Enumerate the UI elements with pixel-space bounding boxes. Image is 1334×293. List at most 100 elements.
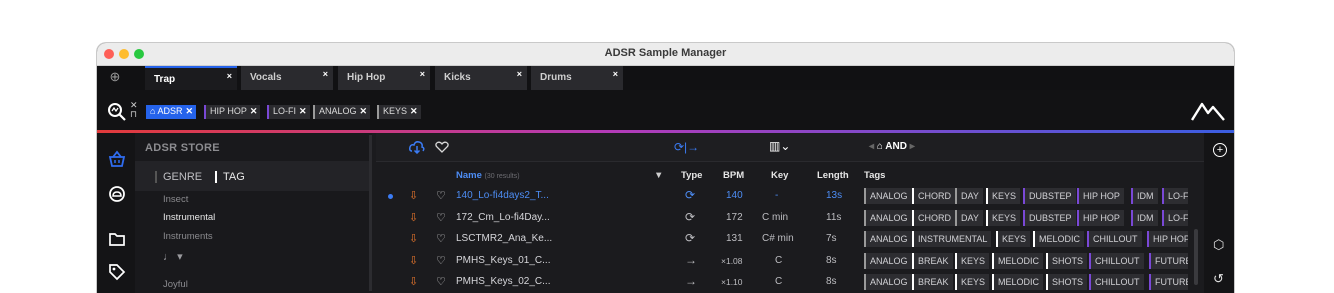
tag-toggle[interactable]: TAG [215,171,245,183]
adsr-logo [1191,102,1225,121]
tag-chip[interactable]: CHILLOUT [1089,252,1144,269]
tag-chip[interactable]: KEYS [955,252,990,269]
cloud-icon[interactable] [108,185,126,203]
playing-indicator [388,194,393,199]
filter-chip[interactable]: ANALOG ✕ [313,105,371,119]
filter-chip[interactable]: ⌂ ADSR ✕ [146,105,197,119]
tag-chip[interactable]: ANALOG [864,188,912,204]
remove-filter-icon[interactable]: ✕ [250,106,258,116]
tag-chip[interactable]: CHORD [912,209,955,226]
tag-chip[interactable]: IDM [1131,209,1158,226]
tag-chip[interactable]: LO-FI [1162,209,1188,226]
tag-chip[interactable]: BREAK [912,274,953,290]
tag-chip[interactable]: BREAK [912,252,953,269]
sample-name: PMHS_Keys_01_C... [456,254,551,266]
tag-chip[interactable]: HIP HOP [1077,188,1124,204]
tab-drums[interactable]: Drums × [531,66,623,90]
tag-chip[interactable]: LO-FI [1162,188,1188,204]
tag-chip[interactable]: INSTRUMENTAL [912,231,992,247]
add-icon[interactable]: + [1213,143,1227,157]
remove-filter-icon[interactable]: ✕ [410,106,418,116]
clear-filters-icon[interactable]: ✕ ⊓ [130,101,138,119]
remove-filter-icon[interactable]: ✕ [360,106,368,116]
sort-dropdown[interactable]: ♩ ▾ [163,250,183,263]
table-scrollbar[interactable] [1194,229,1198,285]
list-item[interactable]: Instruments [163,231,213,242]
tag-chip[interactable]: MELODIC [1033,231,1085,247]
table-row[interactable]: ⇩ ♡ 172_Cm_Lo-fi4Day... ⟳ 172 C min 11s ANALOG C… [376,208,1188,229]
tag-chip[interactable]: SHOTS [1046,252,1088,269]
list-item[interactable]: Insect [163,194,188,205]
search-icon[interactable] [107,102,127,122]
tag-chip[interactable]: SHOTS [1046,274,1088,290]
filter-chip-label: ANALOG [319,106,357,116]
add-tab-icon[interactable]: ⊕ [108,70,122,84]
app-window: ADSR Sample Manager ⊕ Trap × Vocals × Hip Ho… [97,43,1234,293]
table-row[interactable]: ⇩ ♡ LSCTMR2_Ana_Ke... ⟳ 131 C# min 7s ANALOG INS… [376,229,1188,250]
tag-chip[interactable]: MELODIC [992,274,1044,290]
filter-chip[interactable]: HIP HOP ✕ [204,105,261,119]
tag-chip[interactable]: IDM [1131,188,1158,204]
tag-chip[interactable]: ANALOG [864,231,912,247]
remove-filter-icon[interactable]: ✕ [299,106,307,116]
tag-chip[interactable]: CHILLOUT [1087,231,1142,247]
close-tab-icon[interactable]: × [613,69,618,79]
tag-chip[interactable]: HIP HOP [1147,231,1188,247]
download-icon[interactable]: ⇩ [409,189,418,202]
filter-chip-label: KEYS [383,106,408,116]
tab-trap[interactable]: Trap × [145,66,237,90]
tag-chip[interactable]: ANALOG [864,274,912,290]
close-tab-icon[interactable]: × [227,71,232,81]
tag-chip[interactable]: ANALOG [864,252,912,269]
table-row[interactable]: ⇩ ♡ 140_Lo-fi4days2_T... ⟳ 140 - 13s ANALOG CHOR… [376,186,1188,207]
tag-chip[interactable]: ANALOG [864,209,912,226]
table-row[interactable]: ⇩ ♡ PMHS_Keys_02_C... → ×1.10 C 8s ANALOG BREAK K… [376,272,1188,293]
table-row[interactable]: ⇩ ♡ PMHS_Keys_01_C... → ×1.08 C 8s ANALOG BREAK K… [376,251,1188,272]
tag-chip[interactable]: KEYS [955,274,990,290]
download-icon[interactable]: ⇩ [409,275,418,288]
tag-chip[interactable]: DUBSTEP [1023,209,1076,226]
genre-toggle[interactable]: GENRE [155,171,202,183]
tab-kicks[interactable]: Kicks × [435,66,527,90]
tag-chip[interactable]: CHILLOUT [1089,274,1144,290]
download-icon[interactable]: ⇩ [409,211,418,224]
download-icon[interactable]: ⇩ [409,232,418,245]
tag-chip[interactable]: DAY [955,188,983,204]
close-tab-icon[interactable]: × [323,69,328,79]
tab-hip-hop[interactable]: Hip Hop × [338,66,430,90]
favorite-icon[interactable]: ♡ [436,211,446,224]
tag-chip[interactable]: KEYS [996,231,1031,247]
download-icon[interactable]: ⇩ [409,254,418,267]
history-icon[interactable]: ↺ [1213,271,1224,287]
close-tab-icon[interactable]: × [517,69,522,79]
tag-chip[interactable]: DUBSTEP [1023,188,1076,204]
favorite-icon[interactable]: ♡ [436,232,446,245]
genre-tag-switch: GENRE TAG [135,161,372,191]
basket-icon[interactable] [108,150,126,168]
length-value: 11s [826,211,842,223]
tag-chip[interactable]: MELODIC [992,252,1044,269]
tag-chip[interactable]: HIP HOP [1077,209,1124,226]
filter-chip-label: HIP HOP [210,106,247,116]
tab-vocals[interactable]: Vocals × [241,66,333,90]
favorite-icon[interactable]: ♡ [436,275,446,288]
favorite-icon[interactable]: ♡ [436,254,446,267]
tag-chip[interactable]: KEYS [986,209,1021,226]
list-item[interactable]: Instrumental [163,212,215,223]
tag-chip[interactable]: DAY [955,209,983,226]
remove-filter-icon[interactable]: ✕ [185,106,193,116]
tag-chip[interactable]: FUTURE R&B [1149,252,1188,269]
tag-icon[interactable] [108,263,126,281]
filter-chip[interactable]: LO-FI ✕ [267,105,310,119]
key-value: - [775,190,779,201]
panel-scrollbar[interactable] [369,135,372,291]
favorite-icon[interactable]: ♡ [436,189,446,202]
list-item[interactable]: Joyful [163,279,188,290]
folder-icon[interactable] [108,230,126,248]
tag-chip[interactable]: KEYS [986,188,1021,204]
filter-chip[interactable]: KEYS ✕ [377,105,421,119]
tag-chip[interactable]: FUTURE R&B [1149,274,1188,290]
tag-chip[interactable]: CHORD [912,188,955,204]
close-tab-icon[interactable]: × [420,69,425,79]
cube-icon[interactable]: ⬡ [1213,237,1224,253]
